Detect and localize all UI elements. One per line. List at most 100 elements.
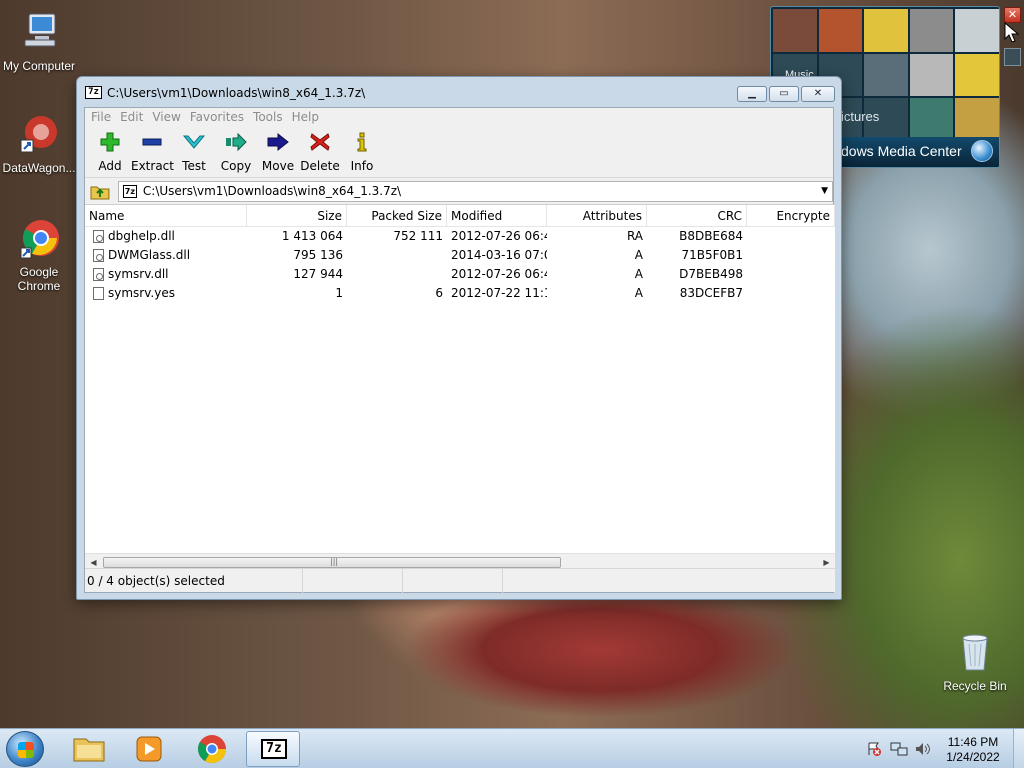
address-combobox[interactable]: 7z C:\Users\vm1\Downloads\win8_x64_1.3.7…	[117, 180, 833, 202]
chrome-icon	[20, 220, 59, 259]
desktop-icon-label: My Computer	[2, 59, 76, 73]
list-header: Name Size Packed Size Modified Attribute…	[85, 205, 835, 227]
dll-file-icon	[93, 268, 104, 281]
table-row[interactable]: dbghelp.dll 1 413 064 752 111 2012-07-26…	[85, 227, 835, 246]
file-packed-size	[347, 246, 447, 265]
add-label: Add	[98, 159, 122, 173]
maximize-button[interactable]: ▭	[769, 86, 799, 102]
file-crc: B8DBE684	[679, 229, 743, 243]
mouse-cursor-icon	[1004, 22, 1020, 43]
table-row[interactable]: DWMGlass.dll 795 136 2014-03-16 07:02 A …	[85, 246, 835, 265]
test-label: Test	[182, 159, 206, 173]
media-player-taskbar-icon[interactable]	[122, 731, 176, 767]
desktop-icon-recycle-bin[interactable]: Recycle Bin	[936, 630, 1014, 693]
media-center-title: dows Media Center	[841, 143, 962, 159]
file-encrypted	[747, 265, 835, 284]
desktop-icon-google-chrome[interactable]: Google Chrome	[0, 216, 78, 293]
clock-time: 11:46 PM	[947, 735, 999, 749]
delete-button[interactable]: Delete	[299, 126, 341, 177]
file-size: 795 136	[293, 248, 343, 262]
file-attributes: RA	[626, 229, 643, 243]
gadget-drag-handle[interactable]	[1004, 48, 1021, 66]
datawagon-icon	[20, 116, 57, 153]
scroll-grip-icon: |||	[330, 557, 339, 566]
menu-file[interactable]: File	[91, 108, 117, 126]
dll-file-icon	[93, 230, 104, 243]
toolbar: Add Extract Test Copy Move Delete Info	[85, 126, 833, 178]
system-clock[interactable]: 11:46 PM 1/24/2022	[942, 735, 1004, 765]
extract-label: Extract	[131, 159, 174, 173]
column-size[interactable]: Size	[247, 205, 347, 226]
file-modified: 2014-03-16 07:02	[451, 248, 547, 262]
seven-zip-taskbar-button[interactable]: 7z	[246, 731, 300, 767]
menu-favorites[interactable]: Favorites	[190, 108, 250, 126]
file-size: 127 944	[293, 267, 343, 281]
file-crc: 83DCEFB7	[679, 286, 743, 300]
file-crc: 71B5F0B1	[681, 248, 743, 262]
clock-date: 1/24/2022	[946, 750, 1000, 764]
move-button[interactable]: Move	[257, 126, 299, 177]
add-button[interactable]: Add	[89, 126, 131, 177]
minimize-button[interactable]: ▁	[737, 86, 767, 102]
action-center-icon[interactable]	[866, 741, 882, 757]
dll-file-icon	[93, 249, 104, 262]
desktop-icon-label: Google Chrome	[17, 265, 61, 293]
windows-logo-icon	[18, 742, 34, 758]
info-button[interactable]: Info	[341, 126, 383, 177]
show-desktop-button[interactable]	[1013, 729, 1024, 768]
file-encrypted	[747, 284, 835, 303]
info-icon	[357, 132, 367, 152]
desktop-icon-datawagon[interactable]: DataWagon...	[0, 112, 78, 175]
status-panel	[303, 569, 403, 593]
menu-view[interactable]: View	[152, 108, 186, 126]
file-attributes: A	[634, 286, 643, 300]
file-modified: 2012-07-26 06:44	[451, 229, 547, 243]
file-packed-size	[347, 265, 447, 284]
menu-help[interactable]: Help	[292, 108, 325, 126]
check-icon	[182, 135, 206, 149]
volume-icon[interactable]	[914, 741, 932, 757]
column-encrypted[interactable]: Encrypte	[747, 205, 835, 226]
file-name: symsrv.yes	[108, 286, 175, 300]
status-bar: 0 / 4 object(s) selected	[85, 568, 835, 593]
column-attributes[interactable]: Attributes	[547, 205, 647, 226]
seven-zip-icon: 7z	[261, 739, 287, 759]
desktop-icon-my-computer[interactable]: My Computer	[0, 10, 78, 73]
column-modified[interactable]: Modified	[447, 205, 547, 226]
menu-edit[interactable]: Edit	[120, 108, 149, 126]
start-button[interactable]	[6, 731, 44, 767]
seven-zip-icon: 7z	[85, 86, 102, 99]
minus-icon	[142, 138, 162, 146]
scroll-thumb[interactable]: |||	[103, 557, 561, 568]
computer-icon	[24, 13, 56, 47]
column-packed-size[interactable]: Packed Size	[347, 205, 447, 226]
move-label: Move	[261, 159, 295, 173]
delete-x-icon	[310, 133, 330, 151]
status-selection: 0 / 4 object(s) selected	[85, 569, 303, 593]
folder-up-icon[interactable]	[89, 181, 111, 201]
window-title: C:\Users\vm1\Downloads\win8_x64_1.3.7z\	[107, 86, 366, 100]
gadget-close-button[interactable]: ✕	[1004, 7, 1021, 23]
copy-arrow-icon	[226, 132, 247, 152]
file-attributes: A	[634, 248, 643, 262]
windows-orb-icon	[971, 140, 993, 162]
file-list[interactable]: Name Size Packed Size Modified Attribute…	[85, 204, 835, 570]
network-icon[interactable]	[890, 741, 908, 757]
extract-button[interactable]: Extract	[131, 126, 174, 177]
media-center-pictures-label: ictures	[841, 109, 880, 124]
menu-tools[interactable]: Tools	[253, 108, 289, 126]
plus-icon	[100, 132, 120, 152]
file-name: DWMGlass.dll	[108, 248, 191, 262]
test-button[interactable]: Test	[173, 126, 215, 177]
table-row[interactable]: symsrv.dll 127 944 2012-07-26 06:44 A D7…	[85, 265, 835, 284]
close-button[interactable]: ✕	[801, 86, 835, 102]
column-crc[interactable]: CRC	[647, 205, 747, 226]
chevron-down-icon[interactable]: ▼	[821, 182, 828, 201]
copy-button[interactable]: Copy	[215, 126, 257, 177]
file-icon	[93, 287, 104, 300]
explorer-taskbar-icon[interactable]	[62, 731, 116, 767]
column-name[interactable]: Name	[85, 205, 247, 226]
window-titlebar[interactable]: 7z C:\Users\vm1\Downloads\win8_x64_1.3.7…	[77, 77, 841, 107]
chrome-taskbar-icon[interactable]	[185, 731, 239, 767]
table-row[interactable]: symsrv.yes 1 6 2012-07-22 11:12 A 83DCEF…	[85, 284, 835, 303]
